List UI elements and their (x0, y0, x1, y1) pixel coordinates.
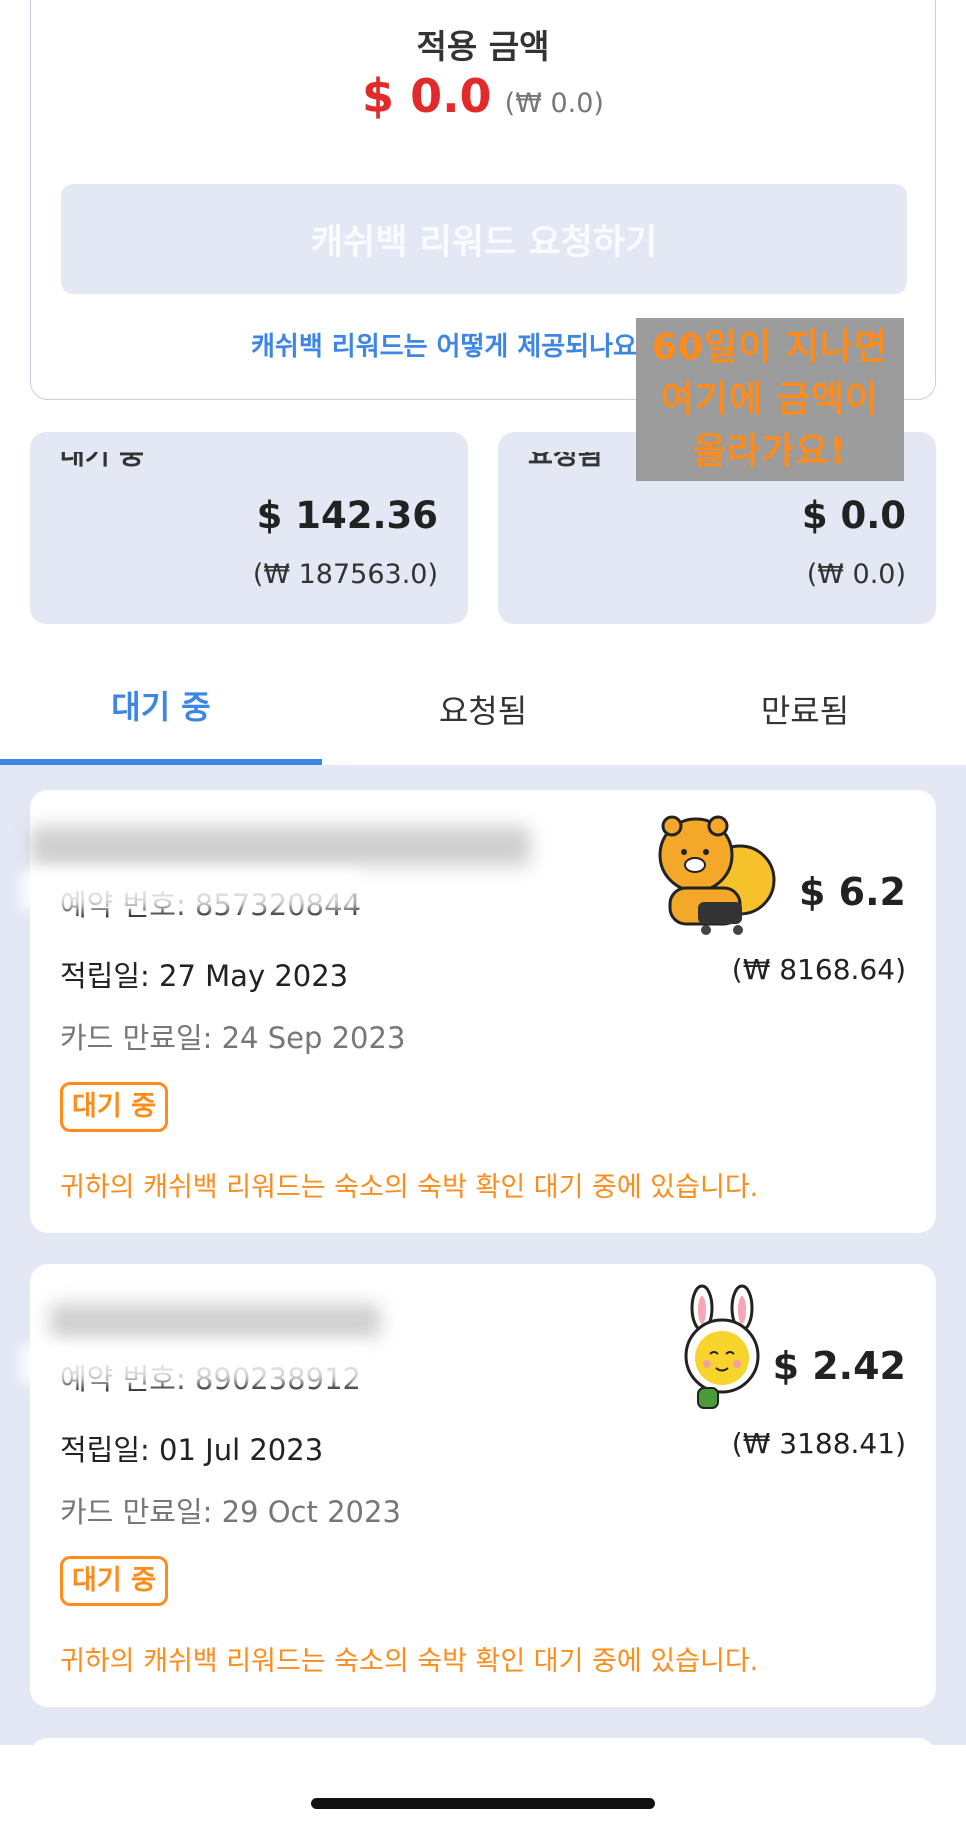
pending-total-usd: $ 142.36 (256, 494, 438, 537)
redacted-booking-number (20, 1344, 370, 1384)
pending-total-krw: (₩ 187563.0) (252, 559, 438, 590)
redacted-hotel-name (50, 1304, 380, 1338)
pending-total-card: 대기 중 $ 142.36 (₩ 187563.0) (30, 432, 468, 624)
tab-requested[interactable]: 요청됨 (322, 657, 644, 765)
redacted-booking-number (20, 870, 360, 910)
cashback-item-card[interactable]: 예약 번호: 857320844 적립일: 27 May 2023 카드 만료일… (20, 790, 936, 1233)
request-cashback-button[interactable]: 캐쉬백 리워드 요청하기 (61, 184, 907, 294)
applied-amount-row: $ 0.0 (₩ 0.0) (31, 69, 935, 123)
earned-date: 적립일: 27 May 2023 (60, 959, 349, 993)
applied-amount-usd: $ 0.0 (362, 69, 492, 123)
requested-total-krw: (₩ 0.0) (806, 559, 906, 590)
pending-total-label: 대기 중 (60, 452, 144, 471)
requested-total-usd: $ 0.0 (801, 494, 906, 537)
status-tabs: 대기 중 요청됨 만료됨 (0, 657, 966, 767)
ryan-bunny-character-sticker (680, 1284, 770, 1418)
how-cashback-link[interactable]: 캐쉬백 리워드는 어떻게 제공되나요? (251, 326, 652, 363)
ryan-character-sticker (650, 810, 790, 944)
status-message: 귀하의 캐쉬백 리워드는 숙소의 숙박 확인 대기 중에 있습니다. (60, 1646, 759, 1677)
status-message: 귀하의 캐쉬백 리워드는 숙소의 숙박 확인 대기 중에 있습니다. (60, 1172, 759, 1203)
item-krw-amount: (₩ 3188.41) (731, 1427, 906, 1460)
item-krw-amount: (₩ 8168.64) (731, 953, 906, 986)
home-indicator[interactable] (311, 1798, 655, 1809)
requested-total-label: 요청됨 (528, 452, 603, 471)
cashback-item-card[interactable]: 예약 번호: 890238912 적립일: 01 Jul 2023 카드 만료일… (20, 1264, 936, 1707)
applied-amount-krw: (₩ 0.0) (504, 88, 604, 119)
card-expiry-date: 카드 만료일: 29 Oct 2023 (60, 1495, 401, 1529)
redacted-hotel-name (30, 826, 530, 866)
item-usd-amount: $ 2.42 (772, 1344, 906, 1388)
annotation-overlay: 60일이 지나면 여기에 금액이 올라가요! (636, 318, 904, 481)
item-usd-amount: $ 6.2 (799, 870, 906, 914)
earned-date: 적립일: 01 Jul 2023 (60, 1433, 324, 1467)
status-badge: 대기 중 (60, 1082, 168, 1132)
status-badge: 대기 중 (60, 1556, 168, 1606)
home-indicator-area (0, 1745, 966, 1829)
tab-pending[interactable]: 대기 중 (0, 657, 322, 765)
card-expiry-date: 카드 만료일: 24 Sep 2023 (60, 1021, 406, 1055)
tab-expired[interactable]: 만료됨 (644, 657, 966, 765)
applied-amount-title: 적용 금액 (416, 27, 550, 66)
